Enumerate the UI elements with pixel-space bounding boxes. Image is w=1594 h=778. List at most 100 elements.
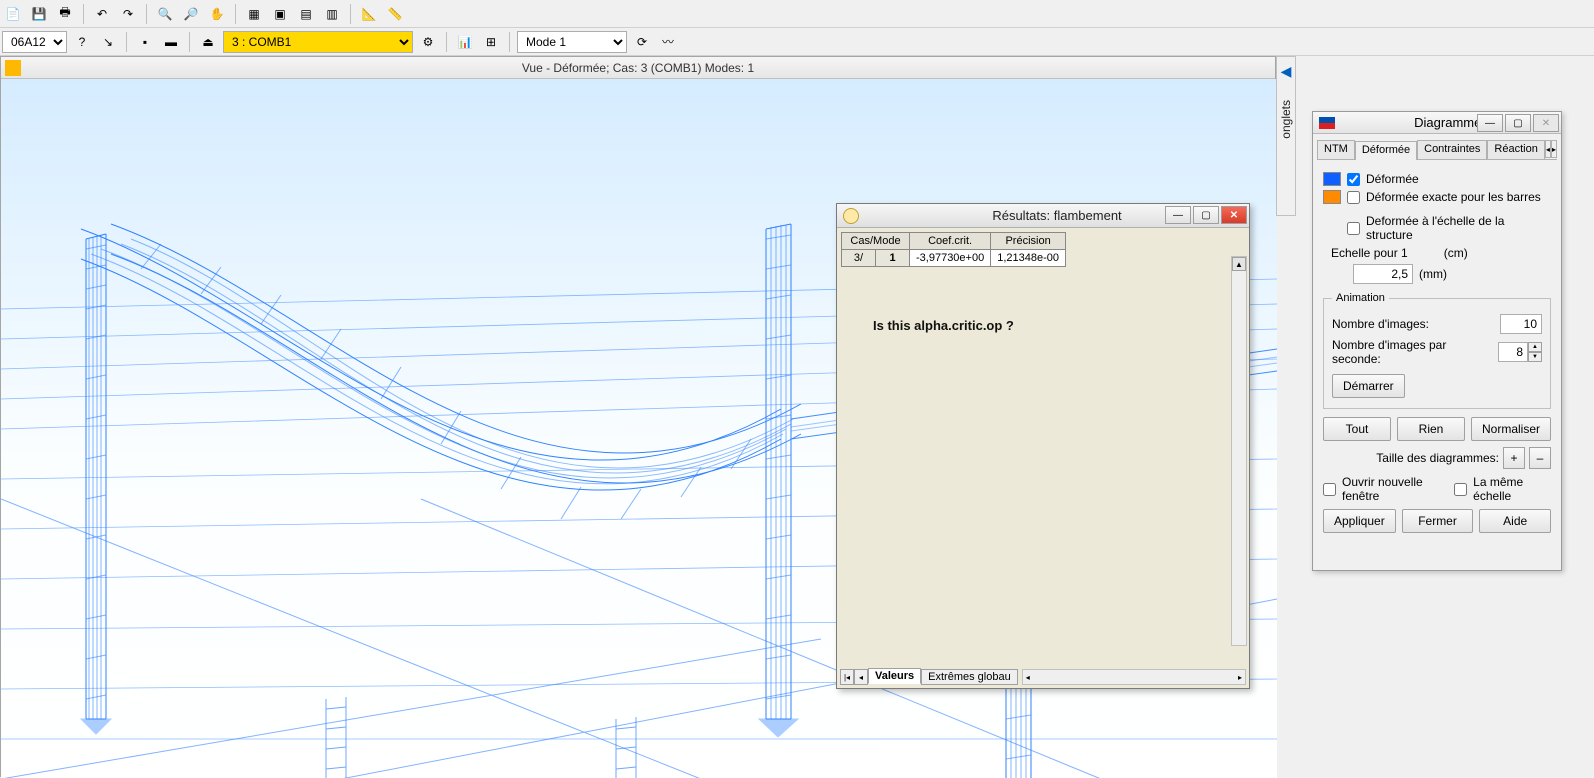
results-body: Cas/Mode Coef.crit. Précision 3/ 1 -3,97…: [837, 228, 1249, 668]
main-area: Vue - Déformée; Cas: 3 (COMB1) Modes: 1: [0, 56, 1594, 777]
results-annotation: Is this alpha.critic.op ?: [873, 318, 1014, 333]
checkbox-exacte[interactable]: [1347, 191, 1360, 204]
maximize-button[interactable]: ▢: [1193, 206, 1219, 224]
tb-zoom-out-icon[interactable]: 🔎: [180, 3, 202, 25]
size-plus-button[interactable]: +: [1503, 447, 1525, 469]
table-row[interactable]: 3/ 1 -3,97730e+00 1,21348e-00: [842, 250, 1066, 267]
results-title-bar[interactable]: Résultats: flambement — ▢ ✕: [837, 204, 1249, 228]
section-select[interactable]: 06A12: [2, 31, 67, 53]
scale-unit-2: (mm): [1419, 267, 1447, 281]
panel-maximize-button[interactable]: ▢: [1505, 114, 1531, 132]
tab-nav-first[interactable]: |◂: [840, 669, 854, 685]
tb-icon[interactable]: ▥: [321, 3, 343, 25]
panel-close-button[interactable]: ✕: [1533, 114, 1559, 132]
results-window: Résultats: flambement — ▢ ✕ Cas/Mode Coe…: [836, 203, 1250, 689]
appliquer-button[interactable]: Appliquer: [1323, 509, 1396, 533]
tab-valeurs[interactable]: Valeurs: [868, 668, 921, 684]
tb-help-icon[interactable]: ?: [71, 31, 93, 53]
cell-coef: -3,97730e+00: [910, 250, 991, 267]
tb-icon[interactable]: 💾: [28, 3, 50, 25]
label-echelle-struct: Deformée à l'échelle de la structure: [1366, 214, 1551, 242]
tb-icon[interactable]: 📄: [2, 3, 24, 25]
panel-body: Déformée Déformée exacte pour les barres…: [1313, 160, 1561, 547]
cell-mode: 1: [876, 250, 910, 267]
tb-icon[interactable]: 🖶: [54, 3, 76, 25]
checkbox-nouvelle-fenetre[interactable]: [1323, 483, 1336, 496]
tb-support-icon[interactable]: ⏏: [197, 31, 219, 53]
col-prec[interactable]: Précision: [991, 233, 1066, 250]
results-table[interactable]: Cas/Mode Coef.crit. Précision 3/ 1 -3,97…: [841, 232, 1066, 267]
tb-arrow-icon[interactable]: ↘: [97, 31, 119, 53]
normaliser-button[interactable]: Normaliser: [1471, 417, 1551, 441]
tb-results-icon[interactable]: 📊: [454, 31, 476, 53]
rien-button[interactable]: Rien: [1397, 417, 1465, 441]
panel-title-bar[interactable]: Diagrammes — ▢ ✕: [1313, 112, 1561, 134]
tb-icon[interactable]: 📏: [384, 3, 406, 25]
start-animation-button[interactable]: Démarrer: [1332, 374, 1405, 398]
scale-unit-1: (cm): [1444, 246, 1468, 260]
tb-wave-icon[interactable]: 〰: [657, 31, 679, 53]
results-hscrollbar[interactable]: ◂▸: [1022, 669, 1246, 685]
results-vscrollbar[interactable]: ▲: [1231, 256, 1247, 646]
onglets-handle[interactable]: ◀ onglets: [1276, 56, 1296, 216]
cell-prec: 1,21348e-00: [991, 250, 1066, 267]
tb-pan-icon[interactable]: ✋: [206, 3, 228, 25]
tab-deformee[interactable]: Déformée: [1355, 141, 1417, 160]
scale-label-1: Echelle pour 1: [1331, 246, 1408, 260]
tb-table-icon[interactable]: ⊞: [480, 31, 502, 53]
fermer-button[interactable]: Fermer: [1402, 509, 1474, 533]
anim-fps-input[interactable]: [1498, 342, 1528, 362]
label-deformee: Déformée: [1366, 172, 1419, 186]
tout-button[interactable]: Tout: [1323, 417, 1391, 441]
view-title-bar: Vue - Déformée; Cas: 3 (COMB1) Modes: 1: [1, 57, 1275, 79]
tab-nav-prev[interactable]: ◂: [854, 669, 868, 685]
swatch-deformee: [1323, 172, 1341, 186]
tb-node-icon[interactable]: ▪: [134, 31, 156, 53]
tab-ntm[interactable]: NTM: [1317, 140, 1355, 159]
tab-contraintes[interactable]: Contraintes: [1417, 140, 1487, 159]
spin-down-button[interactable]: ▼: [1528, 352, 1542, 362]
load-case-select[interactable]: 3 : COMB1: [223, 31, 413, 53]
size-minus-button[interactable]: –: [1529, 447, 1551, 469]
results-tabs: |◂ ◂ Valeurs Extrêmes globau ◂▸: [840, 668, 1246, 686]
tb-icon[interactable]: ▣: [269, 3, 291, 25]
minimize-button[interactable]: —: [1165, 206, 1191, 224]
tb-icon[interactable]: ↶: [91, 3, 113, 25]
checkbox-meme-echelle[interactable]: [1454, 483, 1467, 496]
col-coef[interactable]: Coef.crit.: [910, 233, 991, 250]
tab-extremes[interactable]: Extrêmes globau: [921, 669, 1018, 685]
tb-icon[interactable]: 📐: [358, 3, 380, 25]
scale-input[interactable]: [1353, 264, 1413, 284]
scroll-up-icon[interactable]: ▲: [1232, 257, 1246, 271]
mode-select[interactable]: Mode 1: [517, 31, 627, 53]
toolbar-row-2: 06A12 ? ↘ ▪ ▬ ⏏ 3 : COMB1 ⚙ 📊 ⊞ Mode 1 ⟳…: [0, 28, 1594, 56]
anim-images-input[interactable]: [1500, 314, 1542, 334]
tb-icon[interactable]: ↷: [117, 3, 139, 25]
tb-zoom-in-icon[interactable]: 🔍: [154, 3, 176, 25]
checkbox-echelle-struct[interactable]: [1347, 222, 1360, 235]
app-icon: [5, 60, 21, 76]
tab-reaction[interactable]: Réaction: [1487, 140, 1544, 159]
panel-minimize-button[interactable]: —: [1477, 114, 1503, 132]
panel-tabs: NTM Déformée Contraintes Réaction ◂ ▸: [1317, 140, 1557, 160]
tb-element-icon[interactable]: ▬: [160, 31, 182, 53]
label-nouvelle-fenetre: Ouvrir nouvelle fenêtre: [1342, 475, 1446, 503]
tb-refresh-icon[interactable]: ⟳: [631, 31, 653, 53]
anim-fps-label: Nombre d'images par seconde:: [1332, 338, 1498, 366]
tb-icon[interactable]: ▤: [295, 3, 317, 25]
close-button[interactable]: ✕: [1221, 206, 1247, 224]
animation-legend: Animation: [1332, 292, 1389, 304]
anim-images-label: Nombre d'images:: [1332, 317, 1429, 331]
aide-button[interactable]: Aide: [1479, 509, 1551, 533]
checkbox-deformee[interactable]: [1347, 173, 1360, 186]
diagrammes-panel: Diagrammes — ▢ ✕ NTM Déformée Contrainte…: [1312, 111, 1562, 571]
spin-up-button[interactable]: ▲: [1528, 342, 1542, 352]
panel-icon: [1319, 117, 1335, 129]
results-icon: [843, 208, 859, 224]
tab-scroll-right[interactable]: ▸: [1551, 140, 1557, 158]
tb-calc-icon[interactable]: ⚙: [417, 31, 439, 53]
toolbar-row-1: 📄 💾 🖶 ↶ ↷ 🔍 🔎 ✋ ▦ ▣ ▤ ▥ 📐 📏: [0, 0, 1594, 28]
col-casmode[interactable]: Cas/Mode: [842, 233, 910, 250]
swatch-exacte: [1323, 190, 1341, 204]
tb-icon[interactable]: ▦: [243, 3, 265, 25]
